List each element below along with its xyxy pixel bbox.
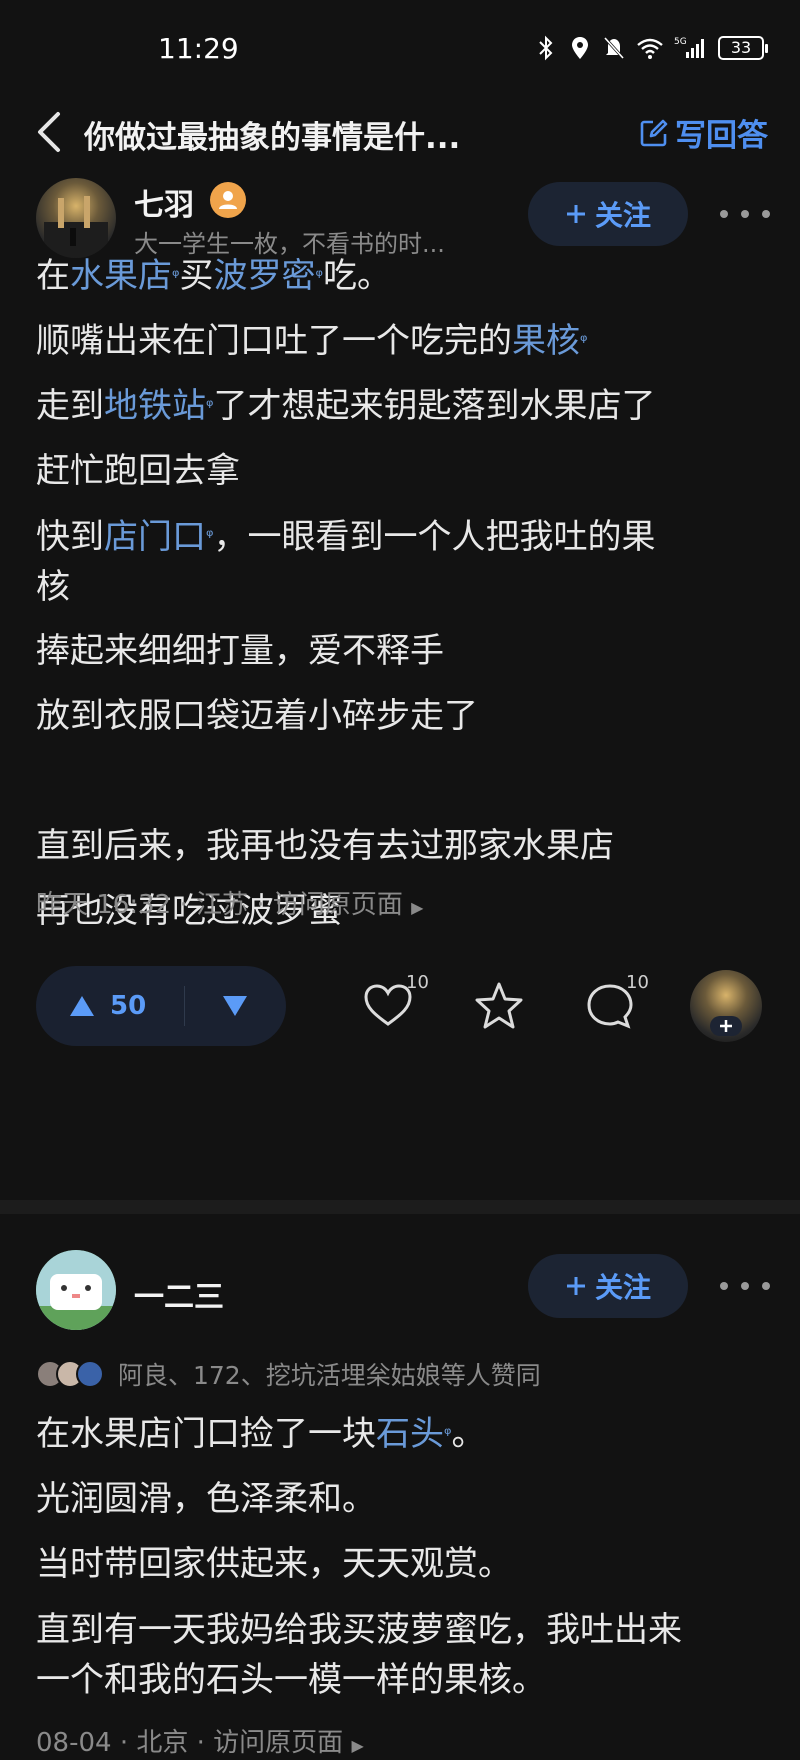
content-line: 当时带回家供起来，天天观赏。 <box>36 1544 512 1584</box>
content-line: 赶忙跑回去拿 <box>36 451 240 491</box>
view-original-link[interactable]: 访问原页面 <box>273 890 403 920</box>
star-icon <box>475 982 523 1029</box>
content-line: 快到店门口ᵠ，一眼看到一个人把我吐的果核 <box>36 517 656 607</box>
content-line: 在水果店ᵠ买波罗密ᵠ吃。 <box>36 256 391 296</box>
comment-button[interactable]: 10 <box>582 972 649 1034</box>
downvote-icon <box>223 996 247 1016</box>
section-divider <box>0 1200 800 1214</box>
post-location: 北京 <box>136 1728 189 1758</box>
keyword-link[interactable]: 地铁站ᵠ <box>104 386 213 426</box>
content-line: 顺嘴出来在门口吐了一个吃完的果核ᵠ <box>36 321 588 361</box>
vote-control: 50 <box>36 966 286 1046</box>
endorsers-text: 阿良、172、挖坑活埋枀姑娘等人赞同 <box>118 1361 541 1390</box>
play-icon: ▶ <box>411 898 424 917</box>
content-line: 直到有一天我妈给我买菠萝蜜吃，我吐出来 一个和我的石头一模一样的果核。 <box>36 1610 682 1700</box>
like-button[interactable]: 10 <box>360 972 429 1034</box>
bluetooth-icon <box>539 35 553 61</box>
upvote-icon <box>70 996 94 1016</box>
answer-content: 在水果店ᵠ买波罗密ᵠ吃。 顺嘴出来在门口吐了一个吃完的果核ᵠ 走到地铁站ᵠ了才想… <box>36 244 766 944</box>
meta-separator: · <box>256 890 273 920</box>
plus-icon <box>566 1277 585 1295</box>
content-line: 在水果店门口捡了一块石头ᵠ。 <box>36 1414 486 1454</box>
svg-text:5G: 5G <box>674 37 687 47</box>
content-line: 捧起来细细打量，爱不释手 <box>36 631 444 671</box>
status-icons: 5G 33 <box>534 34 768 62</box>
endorser-avatars <box>36 1360 104 1388</box>
page-title: 你做过最抽象的事情是什... <box>84 120 461 156</box>
write-answer-label: 写回答 <box>675 118 768 154</box>
post-location: 江苏 <box>196 890 249 920</box>
author-row: 一二三 关注 <box>0 1250 800 1336</box>
post-date: 昨天 16:32 <box>36 890 172 920</box>
upvote-button[interactable]: 50 <box>36 991 184 1021</box>
back-chevron-icon[interactable] <box>30 108 70 156</box>
battery-indicator: 33 <box>718 36 768 60</box>
search-icon: ᵠ <box>580 331 588 352</box>
content-line: 直到后来，我再也没有去过那家水果店 <box>36 826 614 866</box>
endorsers-row[interactable]: 阿良、172、挖坑活埋枀姑娘等人赞同 <box>36 1356 541 1392</box>
answer-meta: 08-04 · 北京 · 访问原页面 ▶ <box>36 1722 364 1759</box>
search-icon: ᵠ <box>315 266 323 287</box>
answer-content: 在水果店门口捡了一块石头ᵠ。 光润圆滑，色泽柔和。 当时带回家供起来，天天观赏。… <box>36 1402 766 1705</box>
write-answer-button[interactable]: 写回答 <box>639 110 768 155</box>
keyword-link[interactable]: 果核ᵠ <box>512 321 587 361</box>
plus-icon <box>566 205 585 223</box>
answer-card: 一二三 关注 阿良、172、挖坑活埋枀姑娘等人赞同 在水果店门口捡了一块石头ᵠ。… <box>0 1250 800 1760</box>
follow-label: 关注 <box>594 1271 651 1304</box>
view-original-link[interactable]: 访问原页面 <box>213 1728 343 1758</box>
author-name[interactable]: 七羽 <box>134 180 194 224</box>
keyword-link[interactable]: 店门口ᵠ <box>104 517 213 557</box>
favorite-button[interactable] <box>471 978 527 1034</box>
content-line: 走到地铁站ᵠ了才想起来钥匙落到水果店了 <box>36 386 656 426</box>
plus-icon <box>710 1016 742 1036</box>
answer-meta: 昨天 16:32 · 江苏 · 访问原页面 ▶ <box>36 884 423 921</box>
action-bar: 50 10 10 <box>0 966 800 1048</box>
content-line: 光润圆滑，色泽柔和。 <box>36 1479 376 1519</box>
post-date: 08-04 <box>36 1728 112 1758</box>
meta-separator: · <box>119 1728 137 1758</box>
wifi-icon <box>637 38 663 59</box>
play-icon: ▶ <box>351 1736 364 1755</box>
share-avatar-button[interactable] <box>690 970 762 1042</box>
author-name[interactable]: 一二三 <box>134 1272 224 1316</box>
like-count: 10 <box>406 972 429 993</box>
edit-icon <box>640 119 668 146</box>
user-badge-icon <box>210 182 246 218</box>
content-line: 放到衣服口袋迈着小碎步走了 <box>36 696 478 736</box>
keyword-link[interactable]: 石头ᵠ <box>376 1414 451 1454</box>
avatar[interactable] <box>36 1250 116 1330</box>
avatar-image <box>36 1250 116 1330</box>
location-icon <box>572 37 588 59</box>
meta-separator: · <box>196 1728 214 1758</box>
answer-card: 七羽 大一学生一枚，不看书的时... 关注 在水果店ᵠ买波罗密ᵠ吃。 顺嘴出来在… <box>0 178 800 1058</box>
keyword-link[interactable]: 波罗密ᵠ <box>213 256 322 296</box>
avatar <box>76 1360 104 1388</box>
comment-count: 10 <box>626 972 649 993</box>
mute-bell-icon <box>603 36 625 60</box>
follow-button[interactable]: 关注 <box>528 182 688 246</box>
top-nav: 你做过最抽象的事情是什... 写回答 <box>0 96 800 168</box>
keyword-link[interactable]: 水果店ᵠ <box>70 256 179 296</box>
follow-button[interactable]: 关注 <box>528 1254 688 1318</box>
vote-count: 50 <box>110 991 147 1021</box>
more-dots-icon[interactable] <box>720 196 770 232</box>
downvote-button[interactable] <box>185 994 285 1018</box>
status-bar: 11:29 5G 33 <box>0 0 800 100</box>
follow-label: 关注 <box>594 199 651 232</box>
status-time: 11:29 <box>158 32 239 65</box>
meta-separator: · <box>179 890 196 920</box>
more-dots-icon[interactable] <box>720 1268 770 1304</box>
signal-5g-icon: 5G <box>674 37 704 58</box>
